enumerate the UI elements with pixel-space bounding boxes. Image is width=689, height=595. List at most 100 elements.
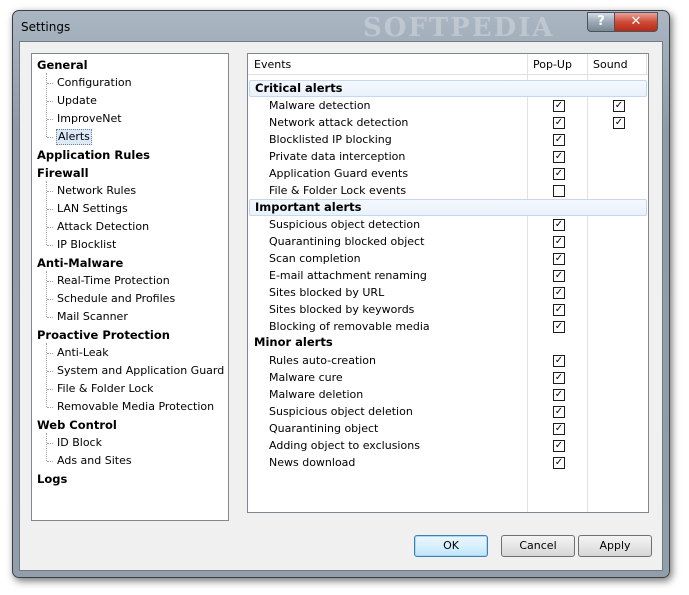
event-row-e-mail-attachment-renaming: E-mail attachment renaming ✓ (248, 267, 648, 284)
tree-item-ip-blocklist[interactable]: IP Blocklist (56, 237, 117, 253)
tree-category-anti-malware[interactable]: Anti-Malware (37, 255, 123, 271)
popup-checkbox[interactable]: ✓ (553, 253, 565, 265)
tree-item-attack-detection[interactable]: Attack Detection (56, 219, 150, 235)
tree-branch-line (46, 271, 47, 317)
popup-checkbox[interactable]: ✓ (553, 321, 565, 333)
tree-category-proactive-protection[interactable]: Proactive Protection (37, 327, 170, 343)
tree-branch-line (47, 191, 53, 192)
ok-button[interactable]: OK (414, 535, 488, 557)
event-row-suspicious-object-deletion: Suspicious object deletion ✓ (248, 403, 648, 420)
tree-branch-line (47, 299, 53, 300)
tree-category-firewall[interactable]: Firewall (37, 165, 89, 181)
header-sound[interactable]: Sound (593, 58, 628, 71)
popup-checkbox[interactable]: ✓ (553, 100, 565, 112)
group-header-minor-alerts[interactable]: Minor alerts (249, 335, 645, 350)
tree-item-anti-leak[interactable]: Anti-Leak (56, 345, 110, 361)
popup-checkbox[interactable]: ✓ (553, 457, 565, 469)
sound-checkbox[interactable]: ✓ (613, 117, 625, 129)
event-row-malware-cure: Malware cure ✓ (248, 369, 648, 386)
event-row-private-data-interception: Private data interception ✓ (248, 148, 648, 165)
event-row-malware-deletion: Malware deletion ✓ (248, 386, 648, 403)
tree-item-removable-media-protection[interactable]: Removable Media Protection (56, 399, 215, 415)
cancel-button[interactable]: Cancel (501, 535, 575, 557)
close-button[interactable]: ✕ (614, 12, 658, 32)
tree-item-alerts[interactable]: Alerts (56, 129, 92, 145)
dialog-body: General Configuration Update ImproveNet Aler… (19, 41, 663, 571)
event-row-suspicious-object-detection: Suspicious object detection ✓ (248, 216, 648, 233)
event-row-adding-object-to-exclusions: Adding object to exclusions ✓ (248, 437, 648, 454)
event-label: Suspicious object detection (269, 218, 421, 231)
group-label: Critical alerts (255, 81, 343, 95)
tree-item-system-and-application-guard[interactable]: System and Application Guard (56, 363, 225, 379)
popup-checkbox[interactable]: ✓ (553, 389, 565, 401)
popup-checkbox[interactable]: ✓ (553, 406, 565, 418)
tree-item-schedule-and-profiles[interactable]: Schedule and Profiles (56, 291, 176, 307)
tree-category-web-control[interactable]: Web Control (37, 417, 117, 433)
event-row-blocking-of-removable-media: Blocking of removable media ✓ (248, 318, 648, 335)
popup-checkbox[interactable]: ✓ (553, 440, 565, 452)
event-label: Quarantining object (269, 422, 379, 435)
event-row-sites-blocked-by-keywords: Sites blocked by keywords ✓ (248, 301, 648, 318)
popup-checkbox[interactable]: ✓ (553, 151, 565, 163)
tree-item-mail-scanner[interactable]: Mail Scanner (56, 309, 129, 325)
tree-branch-line (46, 433, 47, 461)
event-row-quarantining-blocked-object: Quarantining blocked object ✓ (248, 233, 648, 250)
tree-item-configuration[interactable]: Configuration (56, 75, 133, 91)
event-label: Suspicious object deletion (269, 405, 413, 418)
popup-checkbox[interactable]: ✓ (553, 287, 565, 299)
event-row-network-attack-detection: Network attack detection ✓ ✓ (248, 114, 648, 131)
tree-branch-line (47, 443, 53, 444)
event-row-quarantining-object: Quarantining object ✓ (248, 420, 648, 437)
tree-branch-line (47, 119, 53, 120)
tree-item-real-time-protection[interactable]: Real-Time Protection (56, 273, 171, 289)
popup-checkbox[interactable]: ✓ (553, 304, 565, 316)
tree-item-network-rules[interactable]: Network Rules (56, 183, 137, 199)
group-header-important-alerts[interactable]: Important alerts (249, 199, 647, 216)
popup-checkbox[interactable]: ✓ (553, 423, 565, 435)
popup-checkbox[interactable]: ✓ (553, 236, 565, 248)
apply-button[interactable]: Apply (578, 535, 652, 557)
window-title: Settings (21, 20, 71, 34)
tree-category-application-rules[interactable]: Application Rules (37, 147, 150, 163)
event-label: Malware deletion (269, 388, 364, 401)
popup-checkbox[interactable]: ✓ (553, 219, 565, 231)
event-label: Malware cure (269, 371, 343, 384)
settings-tree[interactable]: General Configuration Update ImproveNet Aler… (31, 53, 229, 521)
tree-category-general[interactable]: General (37, 57, 88, 73)
header-events[interactable]: Events (254, 58, 291, 71)
tree-branch-line (47, 83, 53, 84)
tree-item-lan-settings[interactable]: LAN Settings (56, 201, 129, 217)
popup-checkbox[interactable]: ✓ (553, 117, 565, 129)
tree-item-id-block[interactable]: ID Block (56, 435, 103, 451)
event-row-blocklisted-ip-blocking: Blocklisted IP blocking ✓ (248, 131, 648, 148)
event-row-rules-auto-creation: Rules auto-creation ✓ (248, 352, 648, 369)
popup-checkbox[interactable]: ✓ (553, 270, 565, 282)
popup-checkbox[interactable]: ✓ (553, 134, 565, 146)
tree-item-improvenet[interactable]: ImproveNet (56, 111, 123, 127)
tree-item-ads-and-sites[interactable]: Ads and Sites (56, 453, 133, 469)
event-row-file-and-folder-lock-events: File & Folder Lock events (248, 182, 648, 199)
group-label: Minor alerts (254, 335, 333, 349)
header-popup[interactable]: Pop-Up (533, 58, 572, 71)
group-header-critical-alerts[interactable]: Critical alerts (249, 80, 647, 97)
events-table: Events Pop-Up Sound Critical alerts Malwa… (247, 53, 649, 513)
tree-branch-line (47, 245, 53, 246)
popup-checkbox[interactable]: ✓ (553, 372, 565, 384)
title-bar[interactable]: Settings SOFTPEDIA ? ✕ (13, 11, 669, 43)
event-label: Network attack detection (269, 116, 409, 129)
sound-checkbox[interactable]: ✓ (613, 100, 625, 112)
event-label: Sites blocked by keywords (269, 303, 415, 316)
tree-category-logs[interactable]: Logs (37, 471, 67, 487)
tree-branch-line (47, 101, 53, 102)
help-button[interactable]: ? (587, 12, 615, 32)
popup-checkbox[interactable]: ✓ (553, 355, 565, 367)
popup-checkbox[interactable] (553, 185, 565, 197)
tree-branch-line (47, 407, 53, 408)
tree-branch-line (47, 461, 53, 462)
tree-item-update[interactable]: Update (56, 93, 98, 109)
tree-item-file-and-folder-lock[interactable]: File & Folder Lock (56, 381, 155, 397)
event-label: Blocking of removable media (269, 320, 430, 333)
event-row-sites-blocked-by-url: Sites blocked by URL ✓ (248, 284, 648, 301)
popup-checkbox[interactable]: ✓ (553, 168, 565, 180)
events-header: Events Pop-Up Sound (248, 54, 648, 75)
